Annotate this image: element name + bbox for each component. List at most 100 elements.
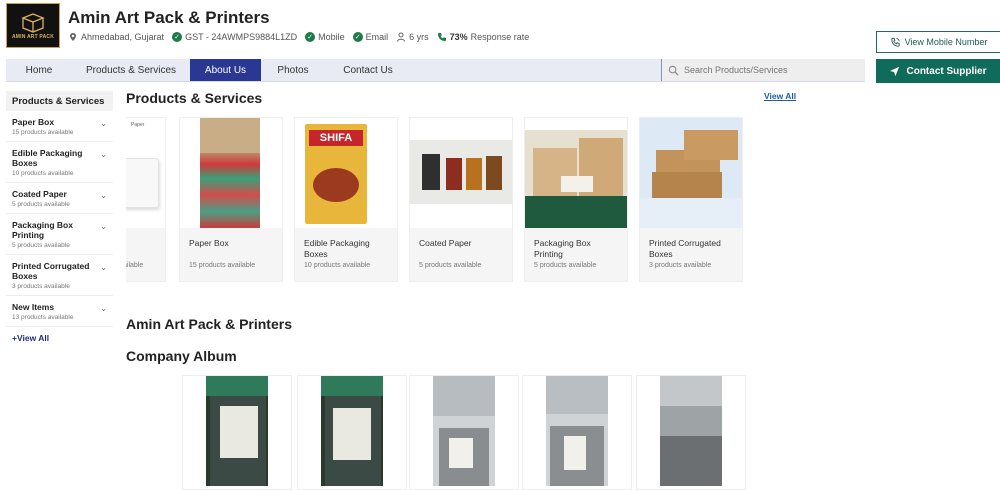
album-photo-image bbox=[546, 376, 608, 486]
product-card[interactable]: Printed Corrugated Boxes 3 products avai… bbox=[639, 117, 743, 282]
sidebar-item-label: Paper Box bbox=[12, 117, 55, 127]
album-photo[interactable] bbox=[636, 375, 746, 490]
product-image: Paper bbox=[126, 118, 165, 228]
sidebar-item-count: 5 products available bbox=[12, 201, 70, 208]
years-in-business: 6 yrs bbox=[396, 32, 429, 42]
phone-call-icon bbox=[890, 37, 900, 47]
product-card[interactable]: Paper Box 15 products available bbox=[179, 117, 283, 282]
sidebar-item-paper-box[interactable]: Paper Box 15 products available ⌄ bbox=[6, 111, 113, 142]
chevron-down-icon[interactable]: ⌄ bbox=[100, 119, 107, 128]
location-text: Ahmedabad, Gujarat bbox=[81, 32, 165, 42]
search-input[interactable] bbox=[684, 65, 854, 75]
sidebar-item-count: 5 products available bbox=[12, 242, 70, 249]
sidebar-item-new-items[interactable]: New Items 13 products available ⌄ bbox=[6, 296, 113, 327]
nav-home[interactable]: Home bbox=[6, 59, 72, 81]
contact-supplier-button[interactable]: Contact Supplier bbox=[876, 59, 1000, 83]
album-photo[interactable] bbox=[182, 375, 292, 490]
box-logo-icon bbox=[21, 13, 45, 33]
chevron-down-icon[interactable]: ⌄ bbox=[100, 150, 107, 159]
product-card-count: 10 products available bbox=[304, 262, 371, 269]
album-photo-image bbox=[321, 376, 383, 486]
product-card-name: Edible Packaging Boxes bbox=[304, 238, 370, 259]
phone-icon bbox=[437, 33, 446, 41]
product-card-count: 15 products available bbox=[189, 262, 256, 269]
product-card-count: ailable bbox=[126, 262, 144, 269]
location-pin-icon bbox=[70, 33, 76, 41]
sidebar-item-label: New Items bbox=[12, 302, 55, 312]
gst: ✓ GST - 24AWMPS9884L1ZD bbox=[172, 32, 297, 42]
product-image bbox=[410, 118, 512, 228]
album-photo[interactable] bbox=[297, 375, 407, 490]
sidebar-item-label: Coated Paper bbox=[12, 189, 67, 199]
view-all-link[interactable]: View All bbox=[764, 91, 796, 101]
products-section-title: Products & Services bbox=[126, 90, 263, 106]
location: Ahmedabad, Gujarat bbox=[68, 32, 164, 42]
product-card[interactable]: SHIFA Edible Packaging Boxes 10 products… bbox=[294, 117, 398, 282]
verified-check-icon: ✓ bbox=[352, 32, 363, 42]
product-card[interactable]: Coated Paper 5 products available bbox=[409, 117, 513, 282]
sidebar-item-edible-packaging-boxes[interactable]: Edible Packaging Boxes 10 products avail… bbox=[6, 142, 113, 183]
product-card-count: 5 products available bbox=[534, 262, 597, 269]
album-section-title: Company Album bbox=[126, 348, 237, 364]
view-mobile-label: View Mobile Number bbox=[904, 37, 988, 47]
product-carousel: Paper ailable Paper Box 15 products avai… bbox=[126, 117, 746, 282]
product-image bbox=[525, 118, 627, 228]
main-nav: Home Products & Services About Us Photos… bbox=[6, 59, 865, 82]
sidebar-item-label: Printed Corrugated Boxes bbox=[12, 261, 90, 281]
search-icon[interactable] bbox=[668, 65, 679, 76]
company-logo[interactable]: AMIN ART PACK bbox=[6, 3, 60, 48]
sidebar-view-all-link[interactable]: +View All bbox=[6, 327, 113, 349]
logo-text: AMIN ART PACK bbox=[11, 34, 55, 40]
sidebar-item-count: 3 products available bbox=[12, 283, 70, 290]
sidebar-item-count: 15 products available bbox=[12, 129, 74, 136]
product-card-name: Paper Box bbox=[189, 238, 229, 248]
send-icon bbox=[890, 66, 900, 76]
product-card-count: 3 products available bbox=[649, 262, 712, 269]
user-icon bbox=[397, 32, 406, 42]
category-sidebar: Products & Services Paper Box 15 product… bbox=[6, 91, 113, 349]
product-card[interactable]: Packaging Box Printing 5 products availa… bbox=[524, 117, 628, 282]
sidebar-item-printed-corrugated-boxes[interactable]: Printed Corrugated Boxes 3 products avai… bbox=[6, 255, 113, 296]
product-card[interactable]: Paper ailable bbox=[126, 117, 166, 282]
product-card-name: Printed Corrugated Boxes bbox=[649, 238, 721, 259]
chevron-down-icon[interactable]: ⌄ bbox=[100, 263, 107, 272]
about-section-title: Amin Art Pack & Printers bbox=[126, 316, 292, 332]
search-box bbox=[661, 59, 865, 81]
years-text: 6 yrs bbox=[409, 32, 429, 42]
product-card-name: Coated Paper bbox=[419, 238, 472, 248]
response-rate: 73% Response rate bbox=[437, 32, 529, 42]
sidebar-item-count: 10 products available bbox=[12, 170, 74, 177]
sidebar-item-coated-paper[interactable]: Coated Paper 5 products available ⌄ bbox=[6, 183, 113, 214]
verified-check-icon: ✓ bbox=[172, 32, 183, 42]
sidebar-item-label: Edible Packaging Boxes bbox=[12, 148, 83, 168]
view-mobile-button[interactable]: View Mobile Number bbox=[876, 31, 1000, 53]
product-image-caption: Paper bbox=[131, 122, 145, 128]
nav-about-us[interactable]: About Us bbox=[190, 59, 261, 81]
email-text: Email bbox=[365, 32, 389, 42]
company-name: Amin Art Pack & Printers bbox=[68, 8, 270, 27]
verified-check-icon: ✓ bbox=[305, 32, 316, 42]
response-rate-value: 73% bbox=[449, 32, 468, 42]
product-image: SHIFA bbox=[295, 118, 397, 228]
chevron-down-icon[interactable]: ⌄ bbox=[100, 191, 107, 200]
album-photo-image bbox=[206, 376, 268, 486]
contact-supplier-label: Contact Supplier bbox=[906, 65, 987, 77]
sidebar-item-packaging-box-printing[interactable]: Packaging Box Printing 5 products availa… bbox=[6, 214, 113, 255]
album-photo-image bbox=[433, 376, 495, 486]
nav-products-services[interactable]: Products & Services bbox=[72, 59, 190, 81]
company-meta: Ahmedabad, Gujarat ✓ GST - 24AWMPS9884L1… bbox=[68, 32, 529, 42]
chevron-down-icon[interactable]: ⌄ bbox=[100, 222, 107, 231]
sidebar-item-label: Packaging Box Printing bbox=[12, 220, 73, 240]
nav-photos[interactable]: Photos bbox=[261, 59, 325, 81]
album-photo[interactable] bbox=[522, 375, 632, 490]
mobile-text: Mobile bbox=[318, 32, 345, 42]
email-verified: ✓ Email bbox=[352, 32, 389, 42]
chevron-down-icon[interactable]: ⌄ bbox=[100, 304, 107, 313]
product-image bbox=[640, 118, 742, 228]
mobile-verified: ✓ Mobile bbox=[305, 32, 345, 42]
product-card-count: 5 products available bbox=[419, 262, 482, 269]
album-photo[interactable] bbox=[409, 375, 519, 490]
product-image bbox=[180, 118, 282, 228]
nav-contact-us[interactable]: Contact Us bbox=[325, 59, 411, 81]
sidebar-title: Products & Services bbox=[6, 91, 113, 111]
